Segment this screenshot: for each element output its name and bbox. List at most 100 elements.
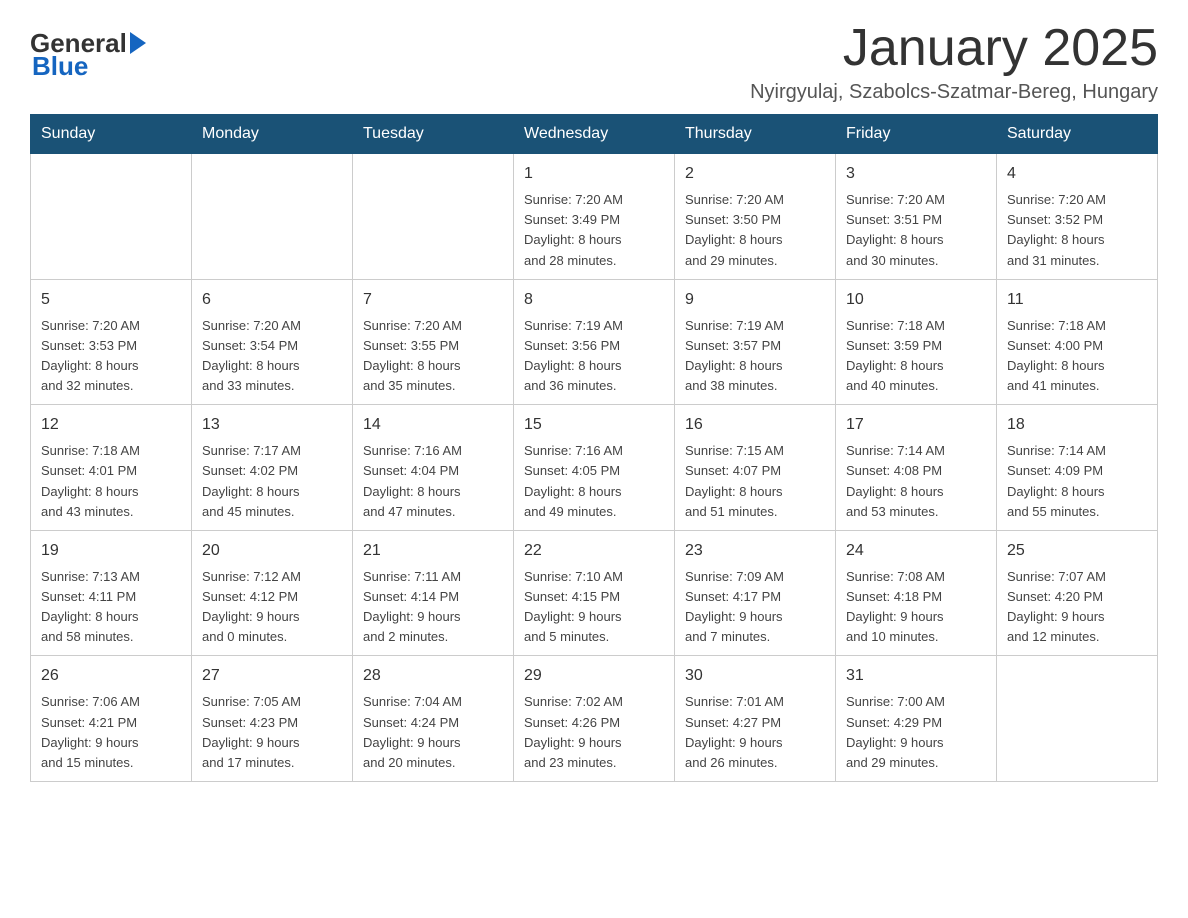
calendar-table: SundayMondayTuesdayWednesdayThursdayFrid… bbox=[30, 114, 1158, 782]
calendar-cell: 31 Sunrise: 7:00 AMSunset: 4:29 PMDayligh… bbox=[836, 656, 997, 782]
location-title: Nyirgyulaj, Szabolcs-Szatmar-Bereg, Hung… bbox=[750, 81, 1158, 104]
calendar-cell bbox=[997, 656, 1158, 782]
calendar-cell: 1Sunrise: 7:20 AMSunset: 3:49 PMDaylight… bbox=[514, 154, 675, 280]
calendar-cell: 7Sunrise: 7:20 AMSunset: 3:55 PMDaylight… bbox=[353, 279, 514, 405]
day-number: 27 bbox=[202, 664, 342, 688]
column-header-monday: Monday bbox=[192, 115, 353, 154]
day-info: Sunrise: 7:20 AMSunset: 3:50 PMDaylight:… bbox=[685, 190, 825, 271]
day-number: 23 bbox=[685, 539, 825, 563]
day-info: Sunrise: 7:02 AMSunset: 4:26 PMDaylight:… bbox=[524, 692, 664, 773]
day-info: Sunrise: 7:13 AMSunset: 4:11 PMDaylight:… bbox=[41, 567, 181, 648]
day-number: 22 bbox=[524, 539, 664, 563]
calendar-cell bbox=[353, 154, 514, 280]
calendar-cell: 5 Sunrise: 7:20 AMSunset: 3:53 PMDaylight… bbox=[31, 279, 192, 405]
day-info: Sunrise: 7:16 AMSunset: 4:05 PMDaylight:… bbox=[524, 441, 664, 522]
day-info: Sunrise: 7:16 AMSunset: 4:04 PMDaylight:… bbox=[363, 441, 503, 522]
day-number: 15 bbox=[524, 413, 664, 437]
day-info: Sunrise: 7:18 AMSunset: 4:00 PMDaylight:… bbox=[1007, 316, 1147, 397]
calendar-cell: 28Sunrise: 7:04 AMSunset: 4:24 PMDayligh… bbox=[353, 656, 514, 782]
calendar-cell: 16 Sunrise: 7:15 AMSunset: 4:07 PMDayligh… bbox=[675, 405, 836, 531]
day-info: Sunrise: 7:20 AMSunset: 3:54 PMDaylight:… bbox=[202, 316, 342, 397]
month-title: January 2025 bbox=[750, 20, 1158, 77]
day-info: Sunrise: 7:00 AMSunset: 4:29 PMDaylight:… bbox=[846, 692, 986, 773]
day-number: 29 bbox=[524, 664, 664, 688]
calendar-cell: 25 Sunrise: 7:07 AMSunset: 4:20 PMDayligh… bbox=[997, 530, 1158, 656]
day-info: Sunrise: 7:11 AMSunset: 4:14 PMDaylight:… bbox=[363, 567, 503, 648]
calendar-cell: 11 Sunrise: 7:18 AMSunset: 4:00 PMDayligh… bbox=[997, 279, 1158, 405]
column-header-thursday: Thursday bbox=[675, 115, 836, 154]
day-number: 3 bbox=[846, 162, 986, 186]
logo-blue-text: Blue bbox=[32, 51, 88, 82]
calendar-cell bbox=[192, 154, 353, 280]
title-section: January 2025 Nyirgyulaj, Szabolcs-Szatma… bbox=[750, 20, 1158, 104]
calendar-cell: 8 Sunrise: 7:19 AMSunset: 3:56 PMDaylight… bbox=[514, 279, 675, 405]
day-number: 2 bbox=[685, 162, 825, 186]
calendar-cell: 21 Sunrise: 7:11 AMSunset: 4:14 PMDayligh… bbox=[353, 530, 514, 656]
day-info: Sunrise: 7:19 AMSunset: 3:56 PMDaylight:… bbox=[524, 316, 664, 397]
day-number: 25 bbox=[1007, 539, 1147, 563]
calendar-week-row: 5 Sunrise: 7:20 AMSunset: 3:53 PMDaylight… bbox=[31, 279, 1158, 405]
day-number: 12 bbox=[41, 413, 181, 437]
column-header-wednesday: Wednesday bbox=[514, 115, 675, 154]
column-header-tuesday: Tuesday bbox=[353, 115, 514, 154]
day-number: 30 bbox=[685, 664, 825, 688]
calendar-cell: 14 Sunrise: 7:16 AMSunset: 4:04 PMDayligh… bbox=[353, 405, 514, 531]
calendar-cell: 6 Sunrise: 7:20 AMSunset: 3:54 PMDaylight… bbox=[192, 279, 353, 405]
day-number: 13 bbox=[202, 413, 342, 437]
calendar-cell: 20 Sunrise: 7:12 AMSunset: 4:12 PMDayligh… bbox=[192, 530, 353, 656]
day-info: Sunrise: 7:09 AMSunset: 4:17 PMDaylight:… bbox=[685, 567, 825, 648]
logo-arrow-icon bbox=[130, 32, 146, 54]
day-number: 6 bbox=[202, 288, 342, 312]
day-info: Sunrise: 7:06 AMSunset: 4:21 PMDaylight:… bbox=[41, 692, 181, 773]
calendar-cell: 19 Sunrise: 7:13 AMSunset: 4:11 PMDayligh… bbox=[31, 530, 192, 656]
day-info: Sunrise: 7:17 AMSunset: 4:02 PMDaylight:… bbox=[202, 441, 342, 522]
calendar-cell: 3Sunrise: 7:20 AMSunset: 3:51 PMDaylight… bbox=[836, 154, 997, 280]
calendar-header-row: SundayMondayTuesdayWednesdayThursdayFrid… bbox=[31, 115, 1158, 154]
calendar-cell: 27 Sunrise: 7:05 AMSunset: 4:23 PMDayligh… bbox=[192, 656, 353, 782]
day-info: Sunrise: 7:14 AMSunset: 4:08 PMDaylight:… bbox=[846, 441, 986, 522]
calendar-cell: 15 Sunrise: 7:16 AMSunset: 4:05 PMDayligh… bbox=[514, 405, 675, 531]
day-number: 21 bbox=[363, 539, 503, 563]
day-info: Sunrise: 7:12 AMSunset: 4:12 PMDaylight:… bbox=[202, 567, 342, 648]
day-number: 10 bbox=[846, 288, 986, 312]
calendar-cell: 17 Sunrise: 7:14 AMSunset: 4:08 PMDayligh… bbox=[836, 405, 997, 531]
day-number: 7 bbox=[363, 288, 503, 312]
day-number: 5 bbox=[41, 288, 181, 312]
day-info: Sunrise: 7:07 AMSunset: 4:20 PMDaylight:… bbox=[1007, 567, 1147, 648]
calendar-cell: 30Sunrise: 7:01 AMSunset: 4:27 PMDayligh… bbox=[675, 656, 836, 782]
column-header-saturday: Saturday bbox=[997, 115, 1158, 154]
day-info: Sunrise: 7:19 AMSunset: 3:57 PMDaylight:… bbox=[685, 316, 825, 397]
day-info: Sunrise: 7:18 AMSunset: 4:01 PMDaylight:… bbox=[41, 441, 181, 522]
day-number: 11 bbox=[1007, 288, 1147, 312]
calendar-cell: 12 Sunrise: 7:18 AMSunset: 4:01 PMDayligh… bbox=[31, 405, 192, 531]
day-number: 19 bbox=[41, 539, 181, 563]
day-info: Sunrise: 7:20 AMSunset: 3:53 PMDaylight:… bbox=[41, 316, 181, 397]
calendar-cell: 24 Sunrise: 7:08 AMSunset: 4:18 PMDayligh… bbox=[836, 530, 997, 656]
calendar-week-row: 12 Sunrise: 7:18 AMSunset: 4:01 PMDayligh… bbox=[31, 405, 1158, 531]
logo: General Blue bbox=[30, 28, 146, 82]
calendar-cell: 9 Sunrise: 7:19 AMSunset: 3:57 PMDaylight… bbox=[675, 279, 836, 405]
calendar-cell: 4Sunrise: 7:20 AMSunset: 3:52 PMDaylight… bbox=[997, 154, 1158, 280]
day-info: Sunrise: 7:14 AMSunset: 4:09 PMDaylight:… bbox=[1007, 441, 1147, 522]
day-number: 16 bbox=[685, 413, 825, 437]
day-info: Sunrise: 7:08 AMSunset: 4:18 PMDaylight:… bbox=[846, 567, 986, 648]
day-number: 14 bbox=[363, 413, 503, 437]
calendar-week-row: 19 Sunrise: 7:13 AMSunset: 4:11 PMDayligh… bbox=[31, 530, 1158, 656]
calendar-week-row: 1Sunrise: 7:20 AMSunset: 3:49 PMDaylight… bbox=[31, 154, 1158, 280]
calendar-cell: 29 Sunrise: 7:02 AMSunset: 4:26 PMDayligh… bbox=[514, 656, 675, 782]
day-number: 18 bbox=[1007, 413, 1147, 437]
day-info: Sunrise: 7:15 AMSunset: 4:07 PMDaylight:… bbox=[685, 441, 825, 522]
day-number: 8 bbox=[524, 288, 664, 312]
calendar-week-row: 26Sunrise: 7:06 AMSunset: 4:21 PMDayligh… bbox=[31, 656, 1158, 782]
day-info: Sunrise: 7:05 AMSunset: 4:23 PMDaylight:… bbox=[202, 692, 342, 773]
calendar-cell bbox=[31, 154, 192, 280]
day-number: 1 bbox=[524, 162, 664, 186]
day-number: 20 bbox=[202, 539, 342, 563]
calendar-cell: 26Sunrise: 7:06 AMSunset: 4:21 PMDayligh… bbox=[31, 656, 192, 782]
day-number: 9 bbox=[685, 288, 825, 312]
day-info: Sunrise: 7:20 AMSunset: 3:52 PMDaylight:… bbox=[1007, 190, 1147, 271]
day-number: 24 bbox=[846, 539, 986, 563]
day-number: 28 bbox=[363, 664, 503, 688]
day-number: 31 bbox=[846, 664, 986, 688]
day-number: 17 bbox=[846, 413, 986, 437]
